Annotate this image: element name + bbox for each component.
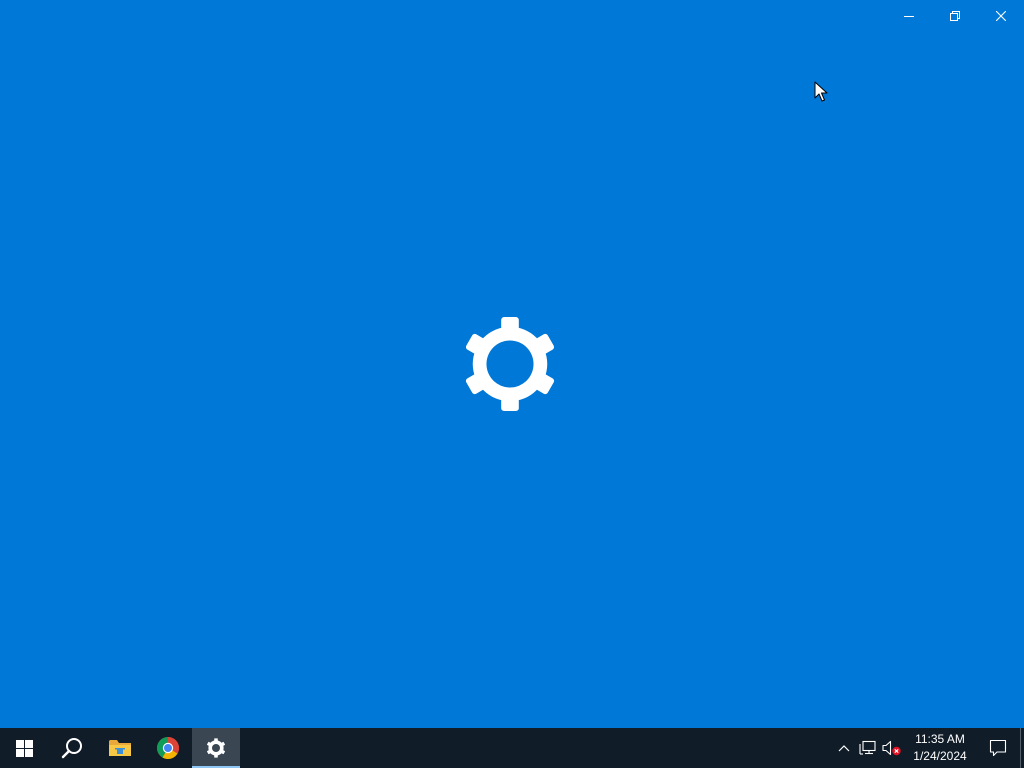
gear-icon [207,738,225,758]
show-desktop-button[interactable] [1020,728,1024,768]
clock-date: 1/24/2024 [913,749,967,763]
volume-muted-icon [882,740,901,756]
taskbar-settings[interactable] [192,728,240,768]
search-button[interactable] [48,728,96,768]
restore-button[interactable] [932,0,978,32]
restore-icon [950,11,960,21]
close-icon [996,11,1006,21]
taskbar: 11:35 AM 1/24/2024 [0,728,1024,768]
notification-icon [989,739,1007,757]
system-tray: 11:35 AM 1/24/2024 [832,728,1024,768]
taskbar-chrome[interactable] [144,728,192,768]
network-icon [859,740,876,755]
mouse-cursor-icon [814,81,828,102]
folder-icon [109,740,131,756]
search-icon [61,738,82,759]
chevron-up-icon [838,745,850,752]
taskbar-spacer [240,728,832,768]
start-button[interactable] [0,728,48,768]
gear-icon [465,316,555,412]
network-button[interactable] [856,728,880,768]
settings-app-window: 11:35 AM 1/24/2024 [0,0,1024,768]
windows-logo-icon [15,739,33,757]
minimize-icon [904,16,914,17]
show-hidden-icons-button[interactable] [832,728,856,768]
taskbar-file-explorer[interactable] [96,728,144,768]
action-center-button[interactable] [976,728,1020,768]
taskbar-clock[interactable]: 11:35 AM 1/24/2024 [904,728,976,768]
minimize-button[interactable] [886,0,932,32]
chrome-icon [157,737,179,759]
window-caption-buttons [886,0,1024,32]
volume-button[interactable] [880,728,904,768]
close-button[interactable] [978,0,1024,32]
clock-time: 11:35 AM [915,732,965,746]
